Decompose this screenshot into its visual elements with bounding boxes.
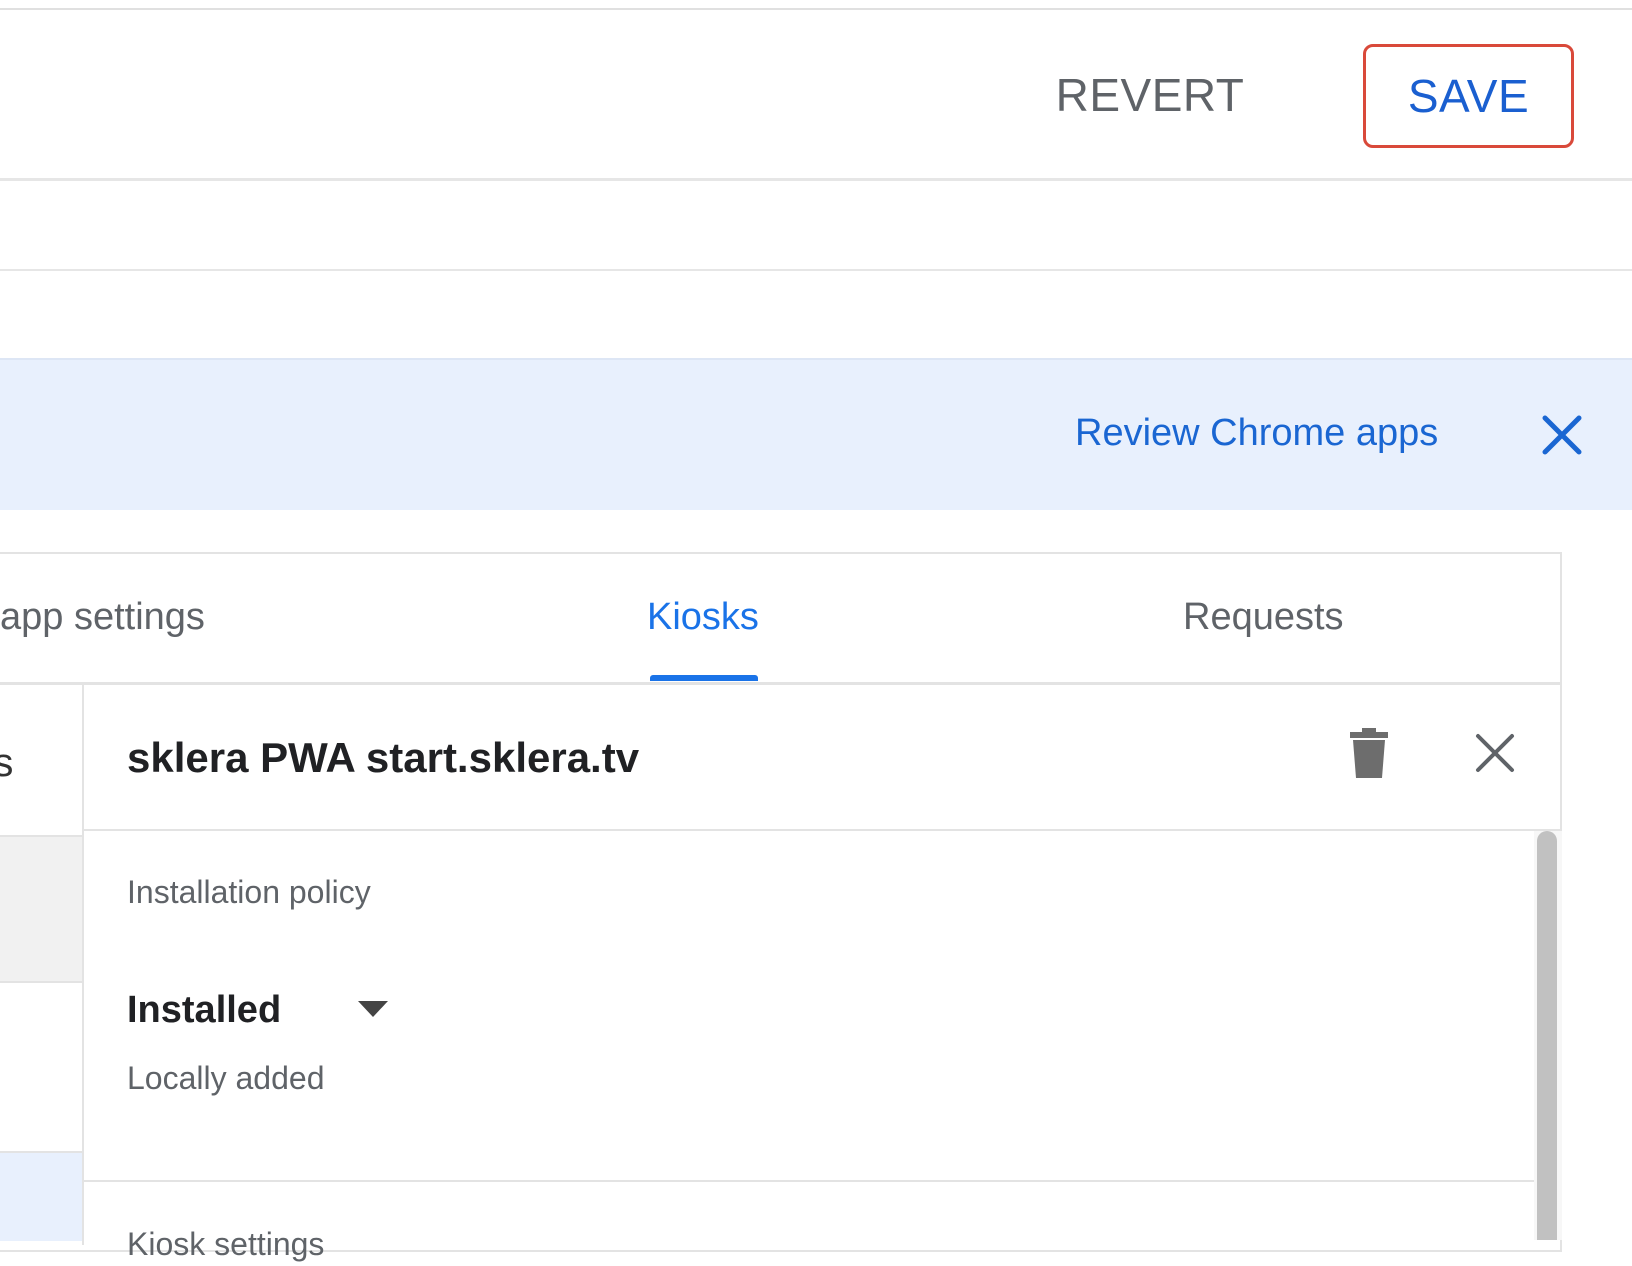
installation-policy-label: Installation policy [127, 873, 371, 910]
active-tab-indicator [650, 675, 758, 681]
tabs-divider [0, 682, 1562, 685]
close-icon[interactable] [1472, 730, 1518, 776]
kiosk-settings-label: Kiosk settings [127, 1225, 325, 1262]
revert-button[interactable]: REVERT [1040, 60, 1260, 130]
section-divider [0, 269, 1632, 271]
tab-app-settings[interactable]: app settings [0, 592, 205, 642]
scrollbar-thumb[interactable] [1537, 831, 1557, 1240]
tab-requests[interactable]: Requests [1183, 592, 1344, 642]
trash-icon[interactable] [1346, 726, 1392, 780]
detail-title: sklera PWA start.sklera.tv [127, 734, 640, 781]
review-chrome-apps-link[interactable]: Review Chrome apps [1075, 408, 1438, 458]
dropdown-arrow-icon[interactable] [357, 997, 389, 1021]
app-list-header: rs [0, 738, 30, 788]
app-list-header-text: rs [0, 740, 14, 785]
tab-kiosks[interactable]: Kiosks [647, 592, 759, 642]
save-button[interactable]: SAVE [1363, 44, 1574, 148]
list-item[interactable] [0, 835, 82, 983]
installation-policy-helper: Locally added [127, 1059, 325, 1096]
list-item-selected[interactable] [0, 1151, 82, 1241]
action-bar-divider [0, 178, 1632, 181]
detail-header-divider [84, 829, 1562, 831]
banner-close-icon[interactable] [1537, 410, 1587, 460]
section-divider [84, 1180, 1536, 1182]
installation-policy-select[interactable]: Installed [127, 984, 281, 1036]
